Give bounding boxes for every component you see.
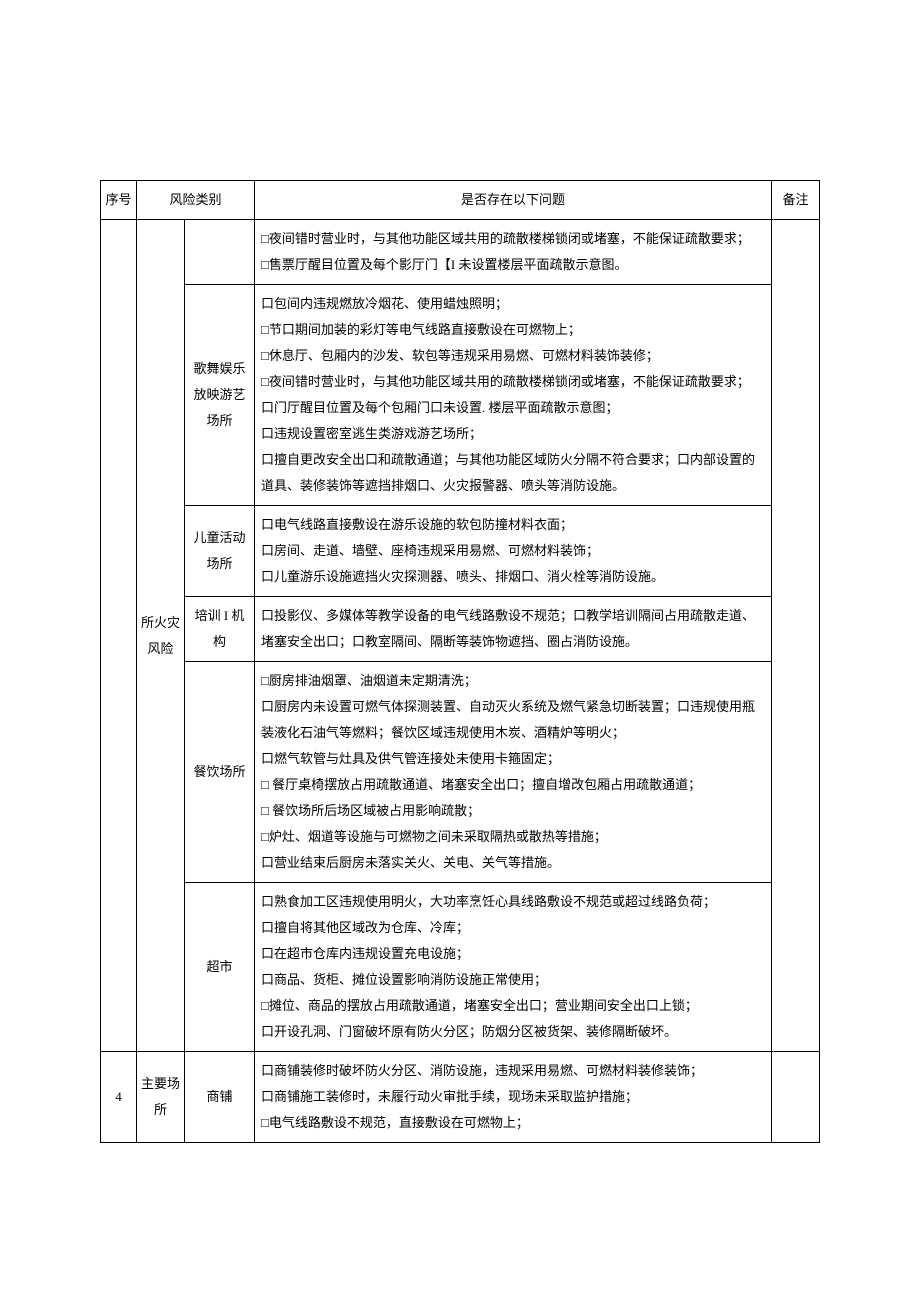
- table-row: 超市口熟食加工区违规使用明火，大功率烹饪心具线路敷设不规范或超过线路负荷；口擅自…: [101, 883, 820, 1052]
- cell-seq: [101, 220, 137, 1052]
- cell-category-2: [185, 220, 255, 285]
- cell-category-2: 培训 I 机构: [185, 597, 255, 662]
- header-category: 风险类别: [137, 181, 255, 220]
- cell-issue: 口电气线路直接敷设在游乐设施的软包防撞材料衣面；口房间、走道、墙壁、座椅违规采用…: [255, 506, 772, 597]
- cell-category-2: 歌舞娱乐放映游艺场所: [185, 285, 255, 506]
- table-header-row: 序号 风险类别 是否存在以下问题 备注: [101, 181, 820, 220]
- cell-note: [772, 220, 820, 1052]
- cell-issue: 口包间内违规燃放冷烟花、使用蜡烛照明；□节口期间加装的彩灯等电气线路直接敷设在可…: [255, 285, 772, 506]
- table-row: 餐饮场所□厨房排油烟罩、油烟道未定期清洗；口厨房内未设置可燃气体探测装置、自动灭…: [101, 662, 820, 883]
- table-row: 培训 I 机构口投影仪、多媒体等教学设备的电气线路敷设不规范；口教学培训隔间占用…: [101, 597, 820, 662]
- cell-seq: 4: [101, 1052, 137, 1143]
- header-note: 备注: [772, 181, 820, 220]
- cell-category-1: 所火灾风险: [137, 220, 185, 1052]
- cell-issue: □夜间错时营业时，与其他功能区域共用的疏散楼梯锁闭或堵塞，不能保证疏散要求；□售…: [255, 220, 772, 285]
- cell-category-2: 餐饮场所: [185, 662, 255, 883]
- header-issue: 是否存在以下问题: [255, 181, 772, 220]
- header-seq: 序号: [101, 181, 137, 220]
- cell-issue: 口商铺装修时破坏防火分区、消防设施，违规采用易燃、可燃材料装修装饰；口商铺施工装…: [255, 1052, 772, 1143]
- table-row: 4主要场所商铺口商铺装修时破坏防火分区、消防设施，违规采用易燃、可燃材料装修装饰…: [101, 1052, 820, 1143]
- cell-category-1: 主要场所: [137, 1052, 185, 1143]
- cell-issue: 口熟食加工区违规使用明火，大功率烹饪心具线路敷设不规范或超过线路负荷；口擅自将其…: [255, 883, 772, 1052]
- cell-category-2: 商铺: [185, 1052, 255, 1143]
- risk-table: 序号 风险类别 是否存在以下问题 备注 所火灾风险□夜间错时营业时，与其他功能区…: [100, 180, 820, 1143]
- cell-issue: 口投影仪、多媒体等教学设备的电气线路敷设不规范；口教学培训隔间占用疏散走道、堵塞…: [255, 597, 772, 662]
- cell-category-2: 儿童活动场所: [185, 506, 255, 597]
- cell-issue: □厨房排油烟罩、油烟道未定期清洗；口厨房内未设置可燃气体探测装置、自动灭火系统及…: [255, 662, 772, 883]
- table-row: 所火灾风险□夜间错时营业时，与其他功能区域共用的疏散楼梯锁闭或堵塞，不能保证疏散…: [101, 220, 820, 285]
- table-row: 儿童活动场所口电气线路直接敷设在游乐设施的软包防撞材料衣面；口房间、走道、墙壁、…: [101, 506, 820, 597]
- cell-note: [772, 1052, 820, 1143]
- cell-category-2: 超市: [185, 883, 255, 1052]
- table-row: 歌舞娱乐放映游艺场所口包间内违规燃放冷烟花、使用蜡烛照明；□节口期间加装的彩灯等…: [101, 285, 820, 506]
